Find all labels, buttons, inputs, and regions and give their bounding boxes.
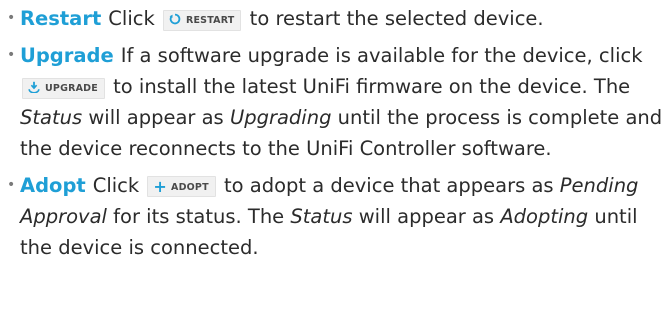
upgrade-icon	[28, 81, 40, 93]
restart-button-label: RESTART	[185, 15, 235, 26]
list-item-restart: • Restart Click RESTART to restart the se…	[0, 3, 672, 34]
item-text: to adopt a device that appears as	[223, 174, 554, 197]
item-text: for its status. The	[113, 205, 285, 228]
list-item-adopt: • Adopt Click + ADOPT to adopt a device th…	[0, 170, 672, 263]
item-text: Click	[92, 174, 140, 197]
plus-icon: +	[153, 177, 168, 196]
bullet: •	[7, 10, 16, 26]
item-emphasis: Adopting	[500, 205, 589, 228]
restart-button[interactable]: RESTART	[162, 10, 242, 31]
adopt-button[interactable]: + ADOPT	[147, 176, 216, 197]
term-upgrade: Upgrade	[20, 44, 114, 67]
item-emphasis: Status	[290, 205, 353, 228]
upgrade-button-label: UPGRADE	[45, 83, 98, 94]
item-text: to install the latest UniFi firmware on …	[113, 75, 631, 98]
bullet: •	[7, 177, 16, 193]
item-text: will appear as	[358, 205, 495, 228]
item-text: If a software upgrade is available for t…	[120, 44, 643, 67]
item-emphasis: Status	[20, 106, 83, 129]
term-restart: Restart	[20, 7, 102, 30]
item-emphasis: Upgrading	[229, 106, 332, 129]
upgrade-button[interactable]: UPGRADE	[22, 78, 105, 99]
list-item-upgrade: • Upgrade If a software upgrade is availa…	[0, 40, 672, 164]
restart-icon	[169, 13, 181, 25]
item-text: to restart the selected device.	[249, 7, 544, 30]
instruction-list: • Restart Click RESTART to restart the se…	[0, 0, 672, 263]
term-adopt: Adopt	[20, 174, 86, 197]
item-text: Click	[108, 7, 155, 30]
adopt-button-label: ADOPT	[171, 182, 209, 193]
item-text: will appear as	[88, 106, 224, 129]
bullet: •	[7, 47, 16, 63]
